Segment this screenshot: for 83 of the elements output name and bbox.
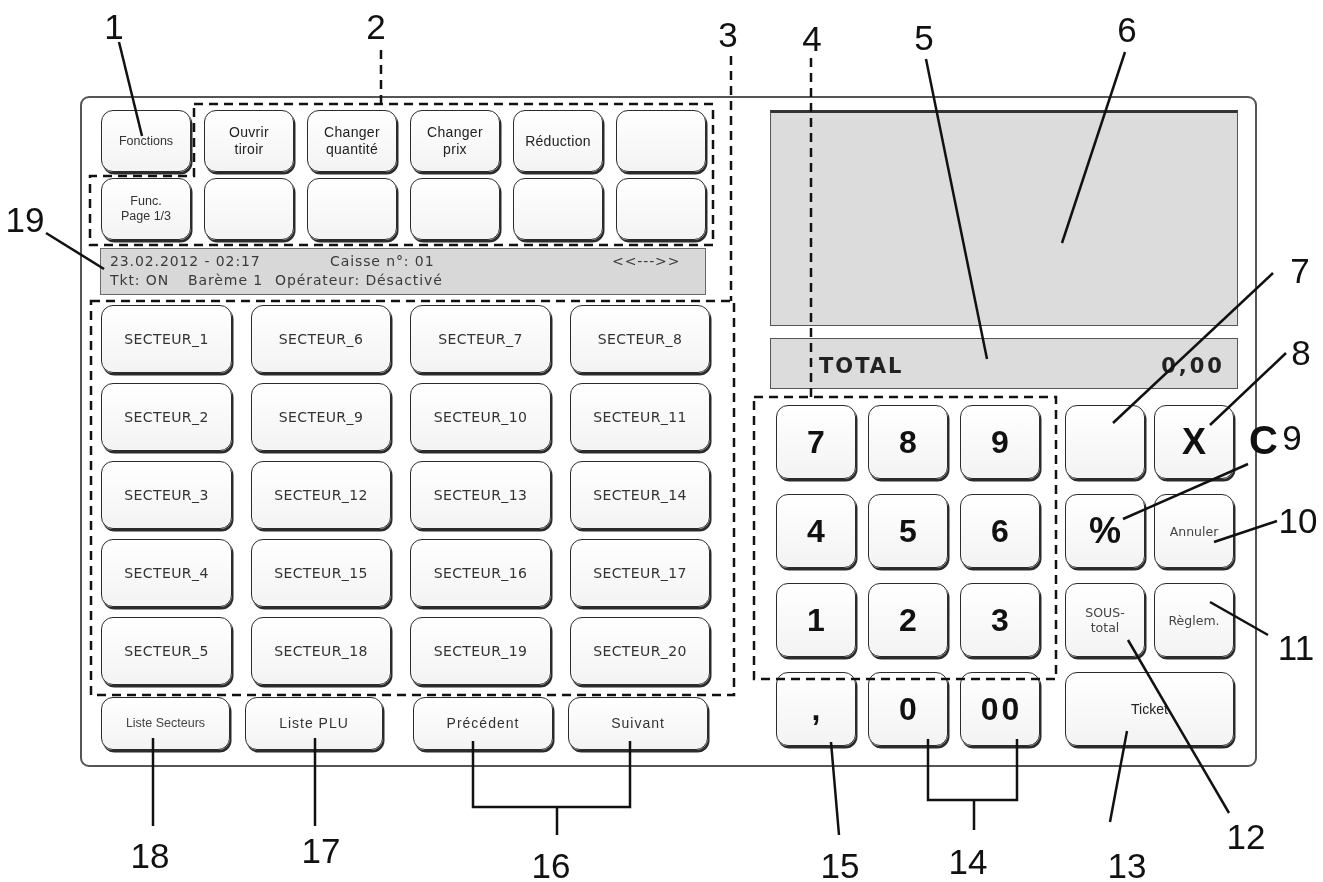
sector-key[interactable]: SECTEUR_15 [251,539,391,607]
callout-number: 2 [366,8,386,44]
blank-key[interactable] [410,178,500,240]
sector-key[interactable]: SECTEUR_13 [410,461,551,529]
leader-line [45,231,105,271]
sector-key[interactable]: SECTEUR_10 [410,383,551,451]
operator-key[interactable]: % [1065,494,1145,568]
function-key[interactable]: Annuler [1154,494,1234,568]
sector-key[interactable]: SECTEUR_2 [101,383,232,451]
scale-text: Barème 1 [188,271,264,290]
callout-number: 16 [531,847,571,882]
blank-key[interactable] [513,178,603,240]
keypad-key[interactable]: 1 [776,583,856,657]
callout-number: 19 [5,201,45,237]
callout-number: 14 [948,843,988,879]
callout-number: 5 [914,19,934,55]
page-button[interactable]: Suivant [568,697,708,750]
sector-key[interactable]: SECTEUR_20 [570,617,710,685]
callout-number: 12 [1226,818,1266,854]
sector-key[interactable]: SECTEUR_18 [251,617,391,685]
function-key[interactable]: Changer quantité [307,110,397,172]
function-key[interactable]: Changer prix [410,110,500,172]
list-button[interactable]: Liste Secteurs [101,697,230,750]
callout-number: 9 [1282,419,1302,455]
function-key[interactable]: SOUS-total [1065,583,1145,657]
date-time-text: 23.02.2012 - 02:17 [110,252,261,271]
blank-key[interactable] [204,178,294,240]
sector-key[interactable]: SECTEUR_6 [251,305,391,373]
operator-text: Opérateur: Désactivé [275,271,443,290]
sector-key[interactable]: SECTEUR_17 [570,539,710,607]
register-number-text: Caisse n°: 01 [330,252,435,271]
function-key[interactable]: Réduction [513,110,603,172]
callout-number: 4 [802,20,822,56]
blank-key[interactable] [1065,405,1145,479]
sector-key[interactable]: SECTEUR_16 [410,539,551,607]
callout-number: 6 [1117,11,1137,47]
sector-key[interactable]: SECTEUR_1 [101,305,232,373]
sector-key[interactable]: SECTEUR_12 [251,461,391,529]
sector-key[interactable]: SECTEUR_4 [101,539,232,607]
function-key[interactable]: Règlem. [1154,583,1234,657]
ticket-status-text: Tkt: ON [110,271,170,290]
page-button[interactable]: Précédent [413,697,553,750]
callout-number: 15 [820,847,860,882]
operator-key[interactable]: X [1154,405,1234,479]
keypad-key[interactable]: 0 [868,672,948,746]
sector-key[interactable]: SECTEUR_11 [570,383,710,451]
keypad-key[interactable]: 5 [868,494,948,568]
keypad-key[interactable]: 4 [776,494,856,568]
blank-key[interactable] [616,110,706,172]
sector-key[interactable]: SECTEUR_9 [251,383,391,451]
sector-key[interactable]: SECTEUR_7 [410,305,551,373]
callout-number: 11 [1277,629,1315,665]
sector-key[interactable]: SECTEUR_14 [570,461,710,529]
callout-number: 8 [1291,334,1311,370]
keypad-key[interactable]: 8 [868,405,948,479]
function-key[interactable]: Func. Page 1/3 [101,178,191,240]
callout-number: 10 [1278,502,1318,538]
keypad-key[interactable]: 00 [960,672,1040,746]
callout-number: 17 [301,832,341,868]
sector-key[interactable]: SECTEUR_19 [410,617,551,685]
keypad-key[interactable]: , [776,672,856,746]
keypad-key[interactable]: 7 [776,405,856,479]
function-key[interactable]: Fonctions [101,110,191,172]
sector-key[interactable]: SECTEUR_8 [570,305,710,373]
blank-key[interactable] [616,178,706,240]
list-button[interactable]: Liste PLU [245,697,383,750]
callout-number: 7 [1290,252,1310,288]
sector-key[interactable]: SECTEUR_3 [101,461,232,529]
total-label: TOTAL [819,353,904,378]
scroll-arrows-text: <<--->> [612,252,681,271]
keypad-key[interactable]: 2 [868,583,948,657]
blank-key[interactable] [307,178,397,240]
callout-number: 3 [718,16,738,52]
callout-number: 13 [1107,847,1147,882]
callout-number: 18 [130,837,170,873]
function-key[interactable]: Ouvrir tiroir [204,110,294,172]
callout-number: 1 [104,8,124,44]
keypad-key[interactable]: 3 [960,583,1040,657]
sector-key[interactable]: SECTEUR_5 [101,617,232,685]
wide-key[interactable]: Ticket [1065,672,1234,746]
keypad-key[interactable]: 9 [960,405,1040,479]
leader-line [379,50,383,104]
keypad-key[interactable]: 6 [960,494,1040,568]
